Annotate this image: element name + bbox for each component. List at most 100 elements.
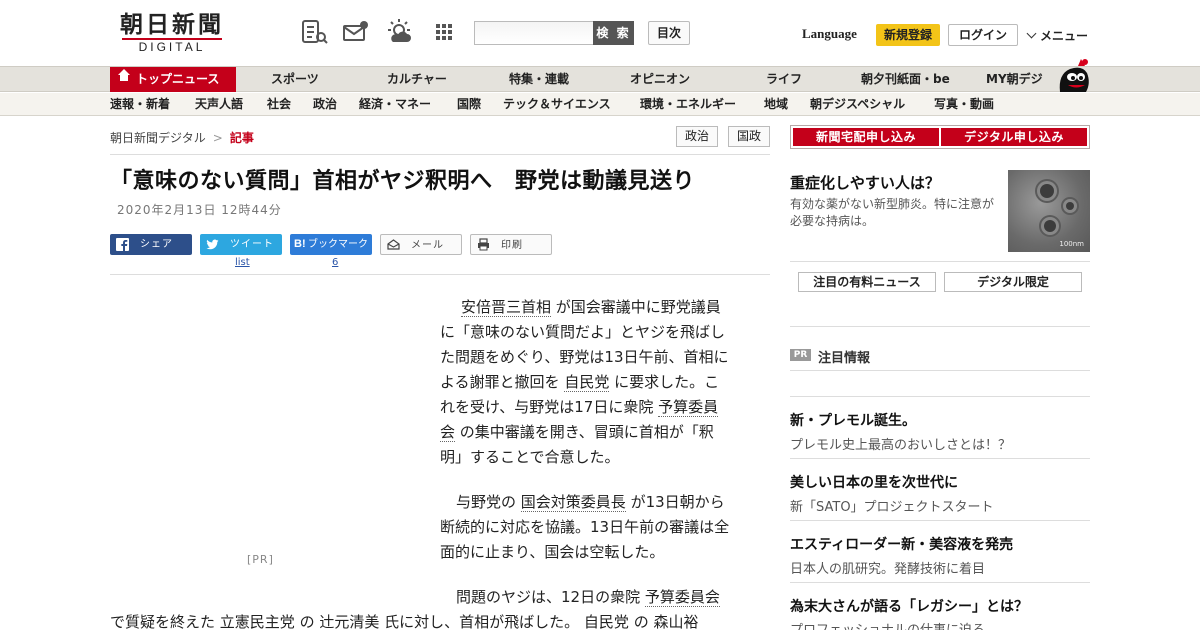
register-button[interactable]: 新規登録 — [876, 24, 940, 46]
text-run: の集中審議を開き、冒頭に首相が「釈 — [455, 423, 714, 441]
nav-item-features[interactable]: 特集・連載 — [509, 67, 569, 92]
ad-pr-label: [PR] — [247, 553, 274, 566]
print-button[interactable]: 印刷 — [470, 234, 552, 255]
pr-item-title[interactable]: 為末大さんが語る「レガシー」とは？ — [790, 596, 1028, 616]
pr-item-title[interactable]: エスティローダー新・美容液を発売 — [790, 534, 1013, 554]
news-list-icon[interactable] — [300, 18, 328, 46]
twitter-share-button[interactable]: ツイート — [200, 234, 282, 255]
newspaper-subscribe-button[interactable]: 新聞宅配申し込み — [793, 128, 939, 146]
facebook-share-button[interactable]: シェア — [110, 234, 192, 255]
home-icon — [118, 69, 130, 84]
keyword-link[interactable]: 安倍晋三首相 — [461, 298, 552, 317]
text-line: 問題のヤジは、12日の衆院 予算委員会 — [110, 585, 770, 610]
subscription-buttons: 新聞宅配申し込み デジタル申し込み — [790, 125, 1090, 149]
twitter-count-link[interactable]: list — [235, 257, 250, 268]
text-line: で質疑を終えた 立憲民主党 の 辻元清美 氏に対し、首相が飛ばした。 自民党 の… — [110, 610, 770, 630]
text-run: 氏に対し、首相が飛ばした。 — [379, 613, 584, 630]
divider — [790, 261, 1090, 262]
nav-item-culture[interactable]: カルチャー — [387, 67, 447, 92]
keyword-link[interactable]: 自民党 — [564, 373, 610, 392]
digital-subscribe-button[interactable]: デジタル申し込み — [941, 128, 1087, 146]
tag-national-politics[interactable]: 国政 — [728, 126, 770, 147]
nav2-item-international[interactable]: 国際 — [457, 93, 481, 115]
twitter-icon — [206, 239, 219, 250]
hatena-bookmark-button[interactable]: B! ブックマーク — [290, 234, 372, 255]
article-paragraph-1: 安倍晋三首相 が国会審議中に野党議員 に「意味のない質問だよ」とヤジを飛ばし た… — [440, 295, 750, 470]
nav2-item-special[interactable]: 朝デジスペシャル — [810, 93, 905, 115]
facebook-icon — [116, 238, 129, 251]
divider — [790, 370, 1090, 371]
site-logo[interactable]: 朝日新聞 DIGITAL — [112, 12, 232, 54]
mail-share-button[interactable]: メール — [380, 234, 462, 255]
keyword-link[interactable]: 立憲民主党 — [219, 613, 295, 630]
pr-item-subtitle: プレモル史上最高のおいしさとは！？ — [790, 438, 1012, 453]
logo-rule — [122, 38, 222, 40]
text-run: の — [628, 613, 654, 630]
language-link[interactable]: Language — [802, 26, 857, 42]
hatena-count-link[interactable]: 6 — [332, 257, 338, 268]
divider — [790, 396, 1090, 397]
mail-notify-icon[interactable] — [342, 18, 370, 46]
text-run: れを受け、与野党は17日に衆院 — [440, 398, 659, 416]
nav2-item-region[interactable]: 地域 — [764, 93, 788, 115]
keyword-link[interactable]: 会 — [440, 423, 456, 442]
nav-item-newspaper[interactable]: 朝夕刊紙面・be — [861, 67, 950, 92]
breadcrumb-home[interactable]: 朝日新聞デジタル — [110, 131, 206, 145]
divider — [790, 582, 1090, 583]
grid-menu-icon[interactable] — [430, 18, 458, 46]
pr-item-subtitle: 新「SATO」プロジェクトスタート — [790, 500, 994, 515]
article-date: 2020年2月13日 12時44分 — [117, 203, 282, 217]
index-button[interactable]: 目次 — [648, 21, 690, 45]
text-run: に要求した。こ — [609, 373, 720, 391]
nav2-item-tech[interactable]: テック＆サイエンス — [503, 93, 611, 115]
text-line: 安倍晋三首相 が国会審議中に野党議員 — [440, 295, 750, 320]
pr-item-title[interactable]: 新・プレモル誕生。 — [790, 410, 916, 430]
mascot-icon[interactable] — [1054, 56, 1092, 94]
breadcrumb-separator: > — [212, 131, 223, 145]
nav-item-opinion[interactable]: オピニオン — [630, 67, 690, 92]
nav-item-sports[interactable]: スポーツ — [271, 67, 319, 92]
text-line: れを受け、与野党は17日に衆院 予算委員 — [440, 395, 750, 420]
pr-item-title[interactable]: 美しい日本の里を次世代に — [790, 472, 958, 492]
breadcrumb: 朝日新聞デジタル > 記事 — [110, 129, 254, 146]
keyword-link[interactable]: 予算委員会 — [644, 588, 720, 607]
text-run: 与野党の — [456, 493, 521, 511]
nav-item-my-asadigi[interactable]: MY朝デジ — [986, 67, 1043, 92]
nav2-item-economy[interactable]: 経済・マネー — [359, 93, 431, 115]
print-label: 印刷 — [501, 240, 523, 251]
tab-digital-only[interactable]: デジタル限定 — [944, 272, 1082, 292]
text-line: た問題をめぐり、野党は13日午前、首相に — [440, 348, 729, 366]
nav2-item-society[interactable]: 社会 — [267, 93, 291, 115]
featured-article-title[interactable]: 重症化しやすい人は？ — [790, 172, 940, 193]
keyword-link[interactable]: 国会対策委員長 — [520, 493, 626, 512]
divider — [790, 520, 1090, 521]
nav2-item-latest[interactable]: 速報・新着 — [110, 93, 170, 115]
virus-particle — [1066, 202, 1074, 210]
nav2-item-environment[interactable]: 環境・エネルギー — [640, 93, 736, 115]
nav2-item-photo-video[interactable]: 写真・動画 — [934, 93, 994, 115]
menu-button[interactable]: メニュー — [1026, 27, 1088, 44]
weather-icon[interactable] — [385, 18, 413, 46]
text-line: に「意味のない質問だよ」とヤジを飛ばし — [440, 323, 726, 341]
pr-item-subtitle: 日本人の肌研究。発酵技術に着目 — [790, 562, 986, 577]
featured-article-image[interactable]: 100nm — [1008, 170, 1090, 252]
nav-item-life[interactable]: ライフ — [766, 67, 802, 92]
logo-sub-text: DIGITAL — [138, 40, 206, 54]
keyword-link[interactable]: 辻元清美 — [319, 613, 380, 630]
nav2-item-politics[interactable]: 政治 — [313, 93, 337, 115]
nav-item-top-news[interactable]: トップニュース — [110, 67, 236, 92]
nav2-item-tenseijingo[interactable]: 天声人語 — [195, 93, 243, 115]
login-button[interactable]: ログイン — [948, 24, 1018, 46]
secondary-nav: 速報・新着 天声人語 社会 政治 経済・マネー 国際 テック＆サイエンス 環境・… — [0, 93, 1200, 116]
article-headline: 「意味のない質問」首相がヤジ釈明へ 野党は動議見送り — [110, 169, 696, 194]
keyword-link[interactable]: 森山裕 — [653, 613, 699, 630]
featured-article-desc: 有効な薬がない新型肺炎。特に注意が必要な持病は。 — [790, 197, 995, 228]
keyword-link[interactable]: 予算委員 — [658, 398, 719, 417]
keyword-link[interactable]: 自民党 — [583, 613, 629, 630]
tag-politics[interactable]: 政治 — [676, 126, 718, 147]
text-line: 明」することで合意した。 — [440, 448, 620, 466]
tab-paid-news[interactable]: 注目の有料ニュース — [798, 272, 936, 292]
search-button[interactable]: 検 索 — [593, 21, 634, 45]
text-line: 与野党の 国会対策委員長 が13日朝から — [440, 490, 750, 515]
search-input[interactable] — [474, 21, 594, 45]
